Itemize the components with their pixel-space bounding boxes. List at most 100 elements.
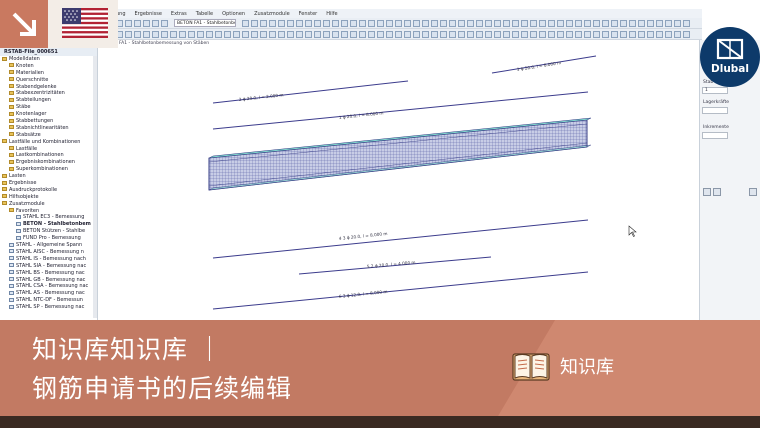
check-icon[interactable] (703, 188, 711, 196)
toolbar-button-icon[interactable] (134, 20, 141, 27)
toolbar-button-icon[interactable] (449, 31, 456, 38)
toolbar-button-icon[interactable] (593, 20, 600, 27)
toolbar-button-icon[interactable] (350, 31, 357, 38)
toolbar-button-icon[interactable] (395, 20, 402, 27)
toolbar-button-icon[interactable] (377, 20, 384, 27)
toolbar-button-icon[interactable] (584, 31, 591, 38)
toolbar-button-icon[interactable] (656, 20, 663, 27)
toolbar-button-icon[interactable] (494, 31, 501, 38)
rebar-line[interactable] (212, 219, 589, 259)
toolbar-button-icon[interactable] (395, 31, 402, 38)
navigator-item[interactable]: STAHL IS - Bemessung nach (0, 256, 97, 263)
navigator-item[interactable]: Knoten (0, 63, 97, 70)
navigator-item[interactable]: FUND Pro - Bemessung (0, 235, 97, 242)
toolbar-button-icon[interactable] (161, 31, 168, 38)
navigator-item[interactable]: STAHL AS - Bemessung nac (0, 290, 97, 297)
toolbar-button-icon[interactable] (548, 31, 555, 38)
navigator-item[interactable]: Ausdruckprotokolle (0, 187, 97, 194)
toolbar-button-icon[interactable] (233, 31, 240, 38)
toolbar-button-icon[interactable] (467, 31, 474, 38)
toolbar-button-icon[interactable] (404, 20, 411, 27)
toolbar-button-icon[interactable] (143, 31, 150, 38)
navigator-item[interactable]: Materialien (0, 70, 97, 77)
toolbar-button-icon[interactable] (440, 31, 447, 38)
navigator-item[interactable]: BETON - Stahlbetonbem (0, 221, 97, 228)
menu-item[interactable]: Zusatzmodule (254, 11, 290, 17)
toolbar-button-icon[interactable] (206, 31, 213, 38)
toolbar-button-icon[interactable] (611, 20, 618, 27)
toolbar-button-icon[interactable] (179, 31, 186, 38)
toolbar-button-icon[interactable] (584, 20, 591, 27)
toolbar-button-icon[interactable] (467, 20, 474, 27)
navigator-item[interactable]: STAHL NTC-DF - Bemessun (0, 297, 97, 304)
toolbar-button-icon[interactable] (296, 31, 303, 38)
toolbar-button-icon[interactable] (521, 20, 528, 27)
navigator-item[interactable]: STAHL SP - Bemessung nac (0, 304, 97, 311)
toolbar-button-icon[interactable] (557, 31, 564, 38)
toolbar-button-icon[interactable] (305, 20, 312, 27)
toolbar-button-icon[interactable] (242, 20, 249, 27)
toolbar-button-icon[interactable] (512, 20, 519, 27)
toolbar-button-icon[interactable] (197, 31, 204, 38)
toolbar-button-icon[interactable] (422, 20, 429, 27)
toolbar-button-icon[interactable] (386, 31, 393, 38)
settings-icon[interactable] (713, 188, 721, 196)
toolbar-button-icon[interactable] (521, 31, 528, 38)
toolbar-button-icon[interactable] (377, 31, 384, 38)
toolbar-button-icon[interactable] (683, 20, 690, 27)
inkremente-field[interactable] (702, 132, 728, 139)
toolbar-button-icon[interactable] (683, 31, 690, 38)
toolbar-button-icon[interactable] (242, 31, 249, 38)
menu-item[interactable]: Hilfe (326, 11, 337, 17)
menu-item[interactable]: Optionen (222, 11, 245, 17)
stab-field[interactable]: 1 (702, 87, 728, 94)
menu-item[interactable]: Fenster (299, 11, 318, 17)
toolbar-button-icon[interactable] (332, 31, 339, 38)
print-icon[interactable] (749, 188, 757, 196)
toolbar-button-icon[interactable] (629, 20, 636, 27)
toolbar-button-icon[interactable] (422, 31, 429, 38)
toolbar-button-icon[interactable] (287, 31, 294, 38)
navigator-item[interactable]: Superkombinationen (0, 166, 97, 173)
toolbar-button-icon[interactable] (485, 20, 492, 27)
toolbar-button-icon[interactable] (539, 31, 546, 38)
toolbar-button-icon[interactable] (413, 31, 420, 38)
navigator-item[interactable]: STAHL BS - Bemessung nac (0, 270, 97, 277)
navigator-item[interactable]: STAHL EC3 - Bemessung (0, 214, 97, 221)
toolbar-button-icon[interactable] (305, 31, 312, 38)
toolbar-button-icon[interactable] (359, 20, 366, 27)
toolbar-button-icon[interactable] (575, 20, 582, 27)
toolbar-button-icon[interactable] (413, 20, 420, 27)
toolbar-button-icon[interactable] (323, 20, 330, 27)
rebar-line[interactable] (212, 271, 589, 310)
toolbar-button-icon[interactable] (170, 31, 177, 38)
toolbar-button-icon[interactable] (386, 20, 393, 27)
navigator-item[interactable]: Hilfsobjekte (0, 194, 97, 201)
navigator-item[interactable]: STAHL CSA - Bemessung nac (0, 283, 97, 290)
toolbar-button-icon[interactable] (548, 20, 555, 27)
navigator-item[interactable]: Stabteilungen (0, 97, 97, 104)
toolbar-button-icon[interactable] (215, 31, 222, 38)
navigator-item[interactable]: BETON Stützen - Stahlbe (0, 228, 97, 235)
toolbar-button-icon[interactable] (602, 20, 609, 27)
toolbar-button-icon[interactable] (431, 20, 438, 27)
toolbar-button-icon[interactable] (224, 31, 231, 38)
toolbar-button-icon[interactable] (260, 20, 267, 27)
toolbar-button-icon[interactable] (278, 20, 285, 27)
concrete-beam[interactable] (208, 117, 592, 191)
navigator-item[interactable]: Lastfälle (0, 146, 97, 153)
navigator-item[interactable]: Ergebnisse (0, 180, 97, 187)
toolbar-button-icon[interactable] (503, 20, 510, 27)
navigator-item[interactable]: Lasten (0, 173, 97, 180)
toolbar-button-icon[interactable] (341, 31, 348, 38)
toolbar-button-icon[interactable] (449, 20, 456, 27)
toolbar-button-icon[interactable] (269, 20, 276, 27)
toolbar-button-icon[interactable] (530, 31, 537, 38)
toolbar-button-icon[interactable] (665, 20, 672, 27)
toolbar-button-icon[interactable] (647, 20, 654, 27)
navigator-item[interactable]: Knotenlager (0, 111, 97, 118)
toolbar-button-icon[interactable] (440, 20, 447, 27)
menu-item[interactable]: Extras (171, 11, 187, 17)
toolbar-button-icon[interactable] (125, 20, 132, 27)
toolbar-button-icon[interactable] (665, 31, 672, 38)
